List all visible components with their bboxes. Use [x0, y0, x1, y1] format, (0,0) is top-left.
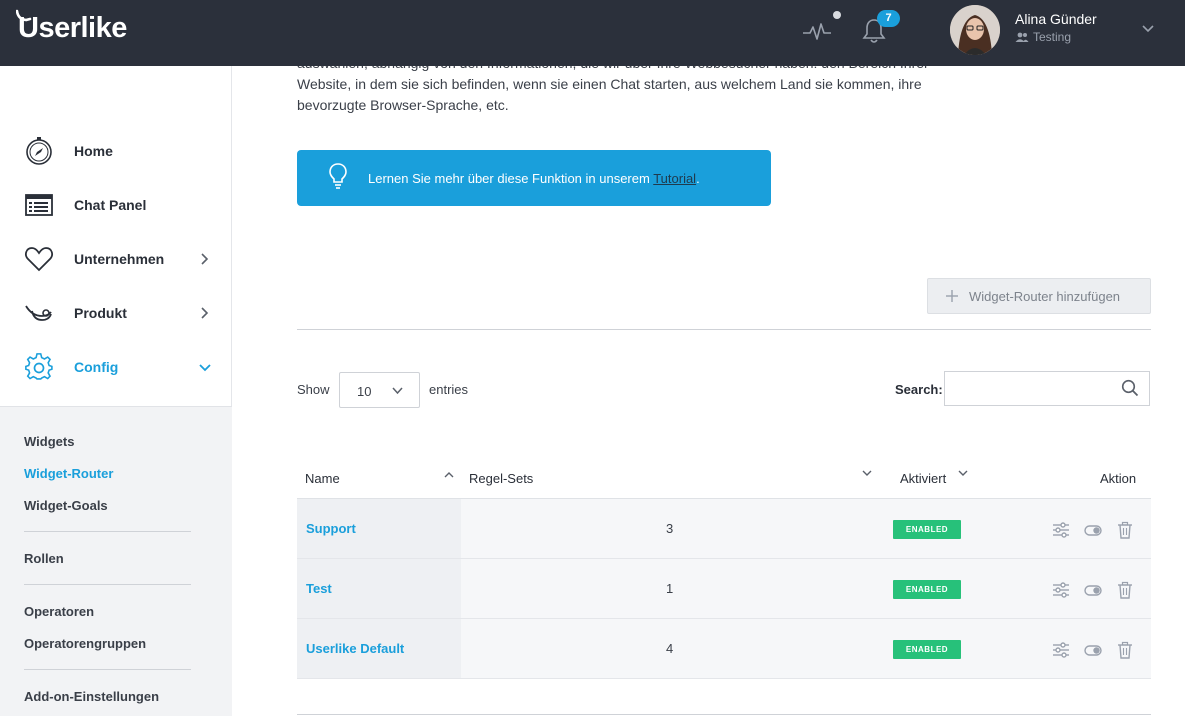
status-dot: [833, 11, 841, 19]
sidebar-item-produkt[interactable]: Produkt: [0, 288, 232, 338]
chevron-right-icon: [201, 307, 209, 319]
status-badge: ENABLED: [893, 580, 961, 599]
sidebar-item-label: Produkt: [74, 305, 127, 321]
table-row: Userlike Default 4 ENABLED: [297, 619, 1151, 679]
widget-router-table: Name Regel-Sets Aktiviert Aktion Support…: [297, 459, 1151, 679]
gear-icon: [25, 353, 53, 380]
column-header-aktiviert[interactable]: Aktiviert: [900, 471, 946, 486]
column-header-name[interactable]: Name: [305, 471, 340, 486]
settings-sliders-icon[interactable]: [1052, 641, 1070, 659]
tip-suffix: .: [696, 171, 700, 186]
rule-sets-count: 1: [666, 581, 674, 596]
intro-line: auswählen, abhängig von den Informatione…: [297, 66, 977, 74]
config-subnav: Widgets Widget-Router Widget-Goals Rolle…: [0, 406, 232, 716]
subnav-divider: [24, 669, 191, 670]
intro-line: bevorzugte Browser-Sprache, etc.: [297, 97, 509, 113]
user-name[interactable]: Alina Günder: [1015, 11, 1097, 27]
sort-down-icon[interactable]: [958, 469, 968, 477]
chat-panel-icon: [25, 194, 53, 216]
sidebar-item-home[interactable]: Home: [0, 126, 232, 176]
rule-sets-count: 3: [666, 521, 674, 536]
user-role-label: Testing: [1033, 30, 1072, 44]
search-label: Search:: [895, 382, 943, 397]
subnav-item-widget-goals[interactable]: Widget-Goals: [24, 498, 108, 513]
user-role: Testing: [1015, 30, 1071, 44]
entries-label: entries: [429, 382, 469, 397]
product-icon: [25, 305, 52, 321]
plus-icon: [946, 290, 958, 302]
tutorial-link[interactable]: Tutorial: [653, 171, 696, 186]
tip-message: Lernen Sie mehr über diese Funktion in u…: [368, 171, 654, 186]
top-bar: Userlike 7 Alina Günder Testing: [0, 0, 1185, 66]
status-badge: ENABLED: [893, 520, 961, 539]
add-widget-router-button[interactable]: Widget-Router hinzufügen: [927, 278, 1151, 314]
rule-sets-count: 4: [666, 641, 674, 656]
heart-icon: [25, 247, 53, 272]
add-button-label: Widget-Router hinzufügen: [969, 289, 1121, 304]
status-badge: ENABLED: [893, 640, 961, 659]
main-content: auswählen, abhängig von den Informatione…: [232, 66, 1185, 716]
column-header-aktion: Aktion: [1100, 471, 1137, 486]
subnav-item-widget-router[interactable]: Widget-Router: [24, 466, 113, 481]
sidebar-item-unternehmen[interactable]: Unternehmen: [0, 234, 232, 284]
subnav-item-widgets[interactable]: Widgets: [24, 434, 74, 449]
notification-badge: 7: [877, 10, 900, 27]
sidebar-item-label: Unternehmen: [74, 251, 165, 267]
sidebar-item-config[interactable]: Config: [0, 342, 232, 392]
subnav-divider: [24, 584, 191, 585]
userlike-logo[interactable]: Userlike: [18, 12, 127, 45]
lightbulb-icon: [329, 163, 347, 189]
subnav-item-add-on-einstellungen[interactable]: Add-on-Einstellungen: [24, 689, 159, 704]
router-name-link[interactable]: Userlike Default: [306, 641, 404, 656]
compass-icon: [26, 137, 52, 165]
sort-up-icon[interactable]: [444, 471, 454, 479]
intro-line: Website, in dem sie sich befinden, wenn …: [297, 76, 922, 92]
chevron-right-icon: [201, 253, 209, 265]
table-header: Name Regel-Sets Aktiviert Aktion: [297, 459, 1151, 499]
chevron-down-icon[interactable]: [1141, 24, 1155, 34]
toggle-icon[interactable]: [1084, 581, 1102, 599]
search-input[interactable]: [944, 371, 1150, 406]
sidebar-item-label: Chat Panel: [74, 197, 147, 213]
entries-value: 10: [357, 384, 372, 399]
subnav-divider: [24, 531, 191, 532]
settings-sliders-icon[interactable]: [1052, 521, 1070, 539]
tutorial-tip-box: Lernen Sie mehr über diese Funktion in u…: [297, 150, 771, 206]
activity-pulse-icon[interactable]: [802, 19, 832, 43]
show-label: Show: [297, 382, 330, 397]
subnav-item-operatorengruppen[interactable]: Operatorengruppen: [24, 636, 146, 651]
chevron-down-icon: [199, 364, 211, 372]
sidebar-item-label: Config: [74, 359, 119, 375]
toggle-icon[interactable]: [1084, 521, 1102, 539]
trash-icon[interactable]: [1116, 581, 1134, 599]
chevron-down-icon: [392, 387, 403, 395]
table-row: Support 3 ENABLED: [297, 499, 1151, 559]
tip-text: Lernen Sie mehr über diese Funktion in u…: [368, 171, 700, 186]
table-row: Test 1 ENABLED: [297, 559, 1151, 619]
users-icon: [1015, 32, 1029, 42]
avatar-image: [950, 5, 1000, 55]
settings-sliders-icon[interactable]: [1052, 581, 1070, 599]
subnav-item-operatoren[interactable]: Operatoren: [24, 604, 94, 619]
sidebar: Home Chat Panel Unternehmen Produkt Conf…: [0, 66, 232, 716]
router-name-link[interactable]: Test: [306, 581, 332, 596]
divider: [297, 714, 1151, 715]
router-name-link[interactable]: Support: [306, 521, 356, 536]
sidebar-item-label: Home: [74, 143, 113, 159]
sort-down-icon[interactable]: [862, 469, 872, 477]
toggle-icon[interactable]: [1084, 641, 1102, 659]
trash-icon[interactable]: [1116, 641, 1134, 659]
divider: [297, 329, 1151, 330]
avatar[interactable]: [950, 5, 1000, 55]
subnav-item-rollen[interactable]: Rollen: [24, 551, 64, 566]
trash-icon[interactable]: [1116, 521, 1134, 539]
entries-per-page-select[interactable]: 10: [339, 372, 420, 408]
column-header-regel-sets[interactable]: Regel-Sets: [469, 471, 533, 486]
sidebar-item-chat-panel[interactable]: Chat Panel: [0, 180, 232, 230]
intro-text: auswählen, abhängig von den Informatione…: [297, 66, 977, 116]
